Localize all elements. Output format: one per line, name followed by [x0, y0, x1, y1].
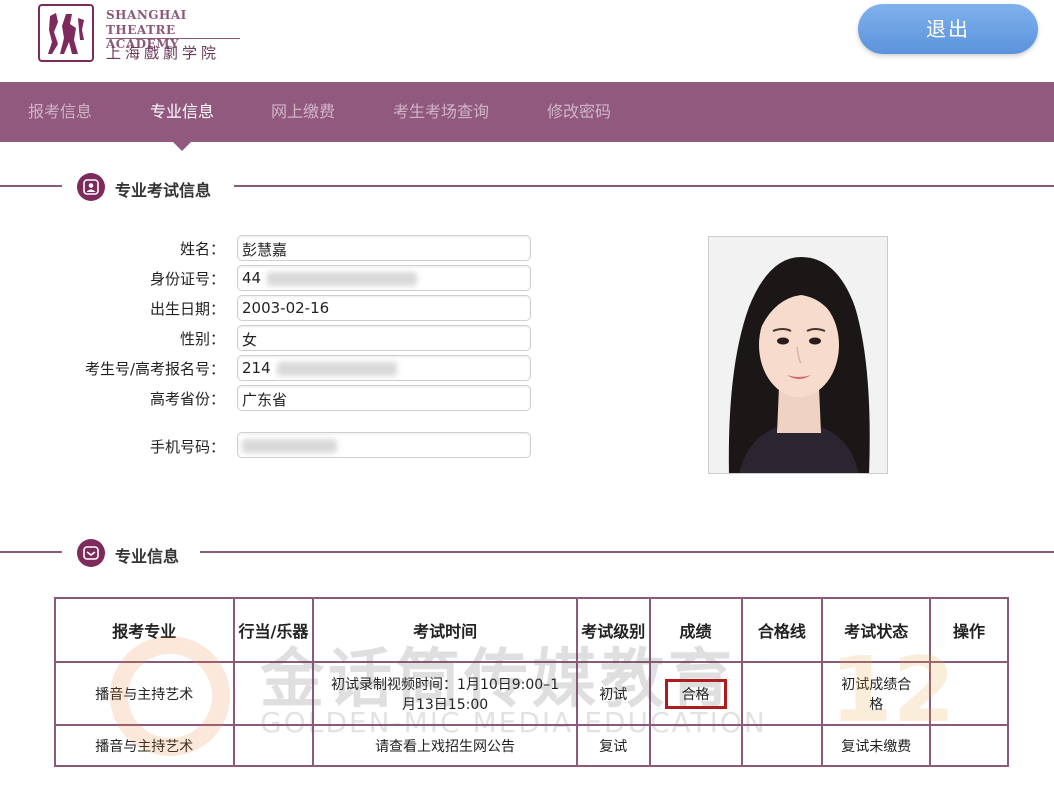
active-tab-indicator	[173, 142, 191, 151]
nav-item-online-payment[interactable]: 网上缴费	[271, 82, 335, 142]
cell-status: 复试未缴费	[821, 724, 932, 767]
name-label: 姓名：	[179, 240, 225, 258]
logout-button[interactable]: 退出	[858, 4, 1038, 54]
cell-major: 播音与主持艺术	[54, 661, 235, 726]
logo-emblem-icon	[38, 4, 94, 62]
birth-date-field[interactable]: 2003-02-16	[237, 295, 531, 321]
main-nav: 报考信息 专业信息 网上缴费 考生考场查询 修改密码	[0, 82, 1054, 142]
redacted-blur	[276, 361, 397, 376]
mail-check-icon	[77, 539, 105, 567]
id-card-icon	[77, 173, 105, 201]
col-header-pass-line: 合格线	[740, 597, 824, 663]
cell-exam-time: 初试录制视频时间：1月10日9:00–1月13日15:00	[312, 661, 578, 726]
col-header-instrument: 行当/乐器	[232, 597, 315, 663]
gender-label: 性别：	[179, 330, 225, 348]
table-header-row: 报考专业 行当/乐器 考试时间 考试级别 成绩 合格线 考试状态 操作	[54, 597, 1009, 663]
nav-item-change-password[interactable]: 修改密码	[547, 82, 611, 142]
phone-label: 手机号码：	[149, 438, 225, 456]
candidate-number-label: 考生号/高考报名号：	[84, 360, 225, 378]
candidate-number-field[interactable]: 214	[237, 355, 531, 381]
table-row: 播音与主持艺术 初试录制视频时间：1月10日9:00–1月13日15:00 初试…	[54, 661, 1009, 726]
cell-instrument	[232, 661, 315, 726]
id-number-value: 44	[242, 269, 262, 287]
cell-exam-level: 初试	[575, 661, 651, 726]
cell-instrument	[232, 724, 315, 767]
logo-divider	[106, 38, 240, 39]
cell-status: 初试成绩合格	[821, 661, 932, 726]
cell-action[interactable]	[929, 661, 1009, 726]
table-row: 播音与主持艺术 请查看上戏招生网公告 复试 复试未缴费	[54, 724, 1009, 767]
redacted-blur	[242, 438, 337, 453]
header: SHANGHAI THEATRE ACADEMY 上海戲劇学院 退出	[0, 0, 1054, 82]
nav-item-major-info[interactable]: 专业信息	[150, 82, 214, 142]
score-pass-highlight: 合格	[664, 678, 727, 709]
candidate-photo	[708, 236, 888, 474]
cell-score	[648, 724, 743, 767]
cell-major: 播音与主持艺术	[54, 724, 235, 767]
nav-item-exam-venue-query[interactable]: 考生考场查询	[393, 82, 489, 142]
nav-item-application-info[interactable]: 报考信息	[28, 82, 92, 142]
col-header-score: 成绩	[648, 597, 743, 663]
birth-date-label: 出生日期：	[149, 300, 225, 318]
province-field[interactable]: 广东省	[237, 385, 531, 411]
cell-pass-line	[740, 724, 824, 767]
col-header-exam-time: 考试时间	[312, 597, 578, 663]
id-number-field[interactable]: 44	[237, 265, 531, 291]
section-divider-right	[234, 185, 1054, 187]
name-field[interactable]: 彭慧嘉	[237, 235, 531, 261]
exam-info-section-title: 专业考试信息	[115, 181, 212, 200]
shanghai-theatre-academy-logo[interactable]: SHANGHAI THEATRE ACADEMY 上海戲劇学院	[38, 4, 248, 64]
redacted-blur	[267, 271, 418, 286]
phone-field[interactable]	[237, 432, 531, 458]
major-info-table: 报考专业 行当/乐器 考试时间 考试级别 成绩 合格线 考试状态 操作 播音与主…	[54, 597, 1009, 767]
col-header-status: 考试状态	[821, 597, 932, 663]
col-header-major: 报考专业	[54, 597, 235, 663]
logo-text-cn: 上海戲劇学院	[106, 44, 221, 62]
col-header-action: 操作	[929, 597, 1009, 663]
gender-field[interactable]: 女	[237, 325, 531, 351]
cell-exam-time: 请查看上戏招生网公告	[312, 724, 578, 767]
province-label: 高考省份：	[149, 390, 225, 408]
logo-text-en-line1: SHANGHAI	[106, 8, 187, 22]
section-divider-left	[0, 185, 62, 187]
col-header-exam-level: 考试级别	[575, 597, 651, 663]
section-divider-left	[0, 551, 62, 553]
cell-action[interactable]	[929, 724, 1009, 767]
cell-exam-level: 复试	[575, 724, 651, 767]
section-divider-right	[200, 551, 1054, 553]
cell-pass-line	[740, 661, 824, 726]
cell-score: 合格	[648, 661, 743, 726]
candidate-number-value: 214	[242, 359, 271, 377]
major-info-section-title: 专业信息	[115, 547, 180, 566]
id-number-label: 身份证号：	[149, 270, 225, 288]
